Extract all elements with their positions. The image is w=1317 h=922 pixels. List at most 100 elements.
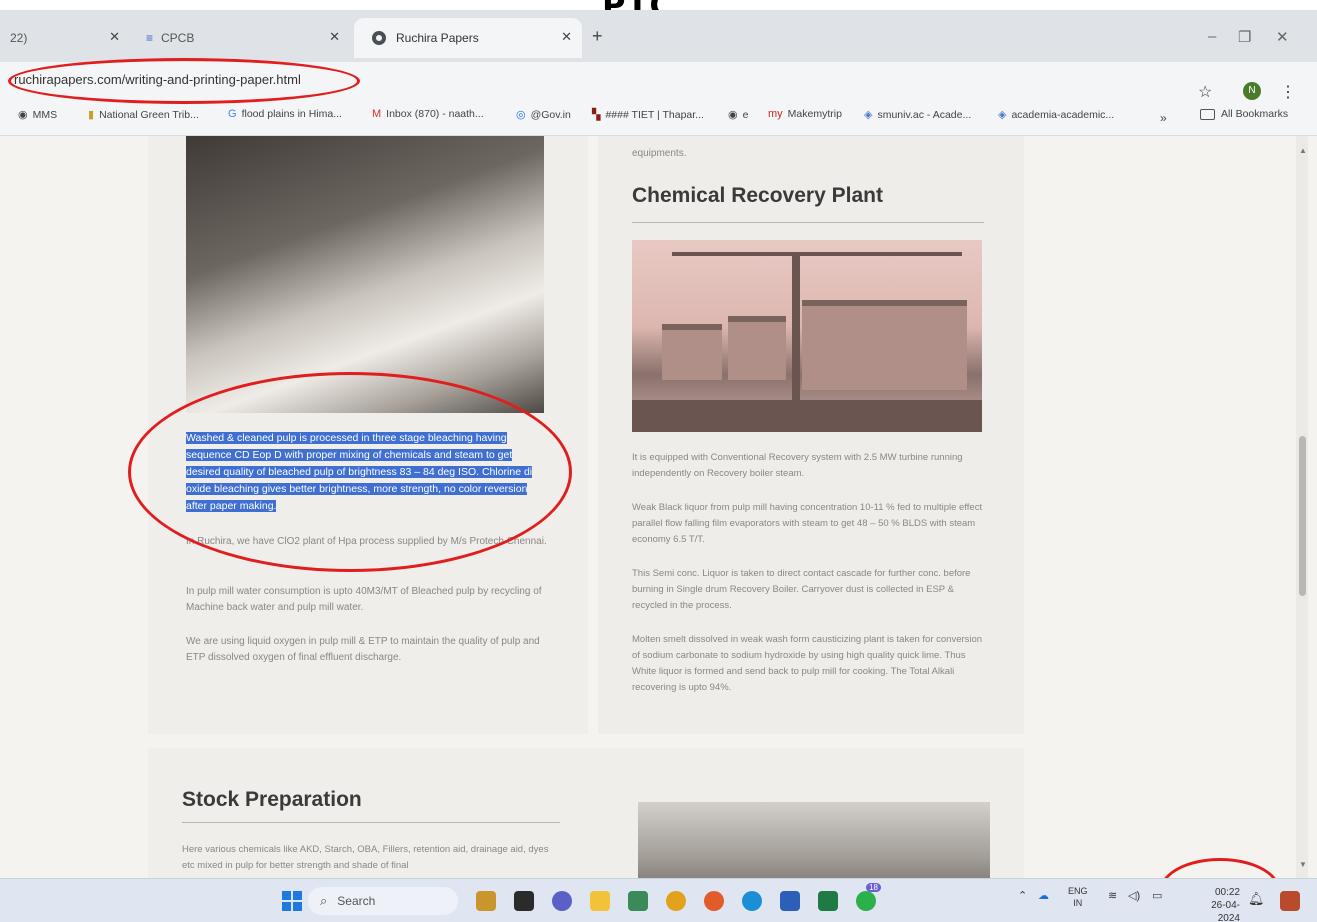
globe-icon [372, 31, 386, 45]
page-scrollbar[interactable]: ▲ ▼ [1296, 136, 1308, 878]
recovery-plant-photo [632, 240, 982, 432]
taskbar: ⌕ Search 18 ⌃ ☁ ENG IN ≋ ◁) ▭ 00:22 26-04… [0, 878, 1317, 922]
close-icon[interactable]: ✕ [329, 29, 340, 45]
explorer-app-icon[interactable] [476, 891, 496, 911]
close-icon[interactable]: ✕ [561, 29, 572, 45]
paragraph-fragment: equipments. [632, 148, 687, 159]
caption-text: PIC [602, 0, 679, 10]
clock-date: 26-04-2024 [1211, 900, 1240, 922]
search-placeholder: Search [337, 894, 376, 908]
minimize-icon[interactable]: – [1208, 28, 1216, 45]
globe-icon: ◉ [728, 109, 738, 121]
diamond-icon: ◈ [998, 109, 1007, 121]
volume-icon[interactable]: ◁) [1128, 889, 1140, 902]
wifi-icon[interactable]: ≋ [1108, 889, 1117, 902]
chrome-app-icon[interactable] [666, 891, 686, 911]
widgets-app-icon[interactable] [514, 891, 534, 911]
paragraph-molten-smelt: Molten smelt dissolved in weak wash form… [632, 634, 983, 693]
bookmark-tiet[interactable]: ▚ #### TIET | Thapar... [592, 108, 704, 122]
bookmark-label: flood plains in Hima... [241, 108, 342, 120]
bookmark-academia[interactable]: ◈ academia-academic... [998, 108, 1114, 122]
new-tab-button[interactable]: + [592, 26, 603, 47]
excel-app-icon[interactable] [818, 891, 838, 911]
pulp-photo [186, 136, 544, 413]
address-bar[interactable]: ruchirapapers.com/writing-and-printing-p… [14, 72, 301, 87]
bookmark-inbox[interactable]: M Inbox (870) - naath... [372, 108, 484, 120]
paragraph-water: In pulp mill water consumption is upto 4… [186, 586, 542, 613]
paragraph-oxygen: We are using liquid oxygen in pulp mill … [186, 636, 540, 663]
scroll-up-icon[interactable]: ▲ [1299, 146, 1307, 155]
bleaching-section: Washed & cleaned pulp is processed in th… [148, 136, 588, 734]
corner-app-icon[interactable] [1280, 891, 1300, 911]
notification-badge: 18 [866, 883, 881, 892]
taskbar-search[interactable]: ⌕ Search [308, 887, 458, 915]
profile-avatar[interactable]: N [1243, 82, 1261, 100]
calculator-app-icon[interactable] [628, 891, 648, 911]
tiet-icon: ▚ [592, 109, 601, 121]
chat-app-icon[interactable] [552, 891, 572, 911]
taskbar-clock[interactable]: 00:22 26-04-2024 [1192, 886, 1240, 922]
tank-shape [802, 300, 967, 390]
tab-1[interactable]: 22) ✕ [0, 18, 130, 58]
bookmark-label: smuniv.ac - Acade... [877, 108, 972, 121]
paragraph-recovery-system: It is equipped with Conventional Recover… [632, 452, 963, 479]
tray-chevron-icon[interactable]: ⌃ [1018, 889, 1027, 902]
selected-paragraph[interactable]: Washed & cleaned pulp is processed in th… [186, 430, 548, 515]
firefox-app-icon[interactable] [704, 891, 724, 911]
paragraph-semi-conc: This Semi conc. Liquor is taken to direc… [632, 568, 971, 611]
google-icon: G [228, 108, 237, 120]
section-title: Chemical Recovery Plant [632, 184, 883, 207]
bookmark-smuniv[interactable]: ◈ smuniv.ac - Acade... [864, 108, 972, 122]
address-bar-row: ruchirapapers.com/writing-and-printing-p… [0, 62, 1317, 102]
bookmark-ngt[interactable]: ▮ National Green Trib... [88, 108, 199, 122]
edge-app-icon[interactable] [742, 891, 762, 911]
clock-time: 00:22 [1214, 887, 1240, 898]
menu-icon[interactable]: ⋮ [1280, 82, 1296, 102]
bookmark-icon: ▮ [88, 109, 95, 121]
selected-text: Washed & cleaned pulp is processed in th… [186, 432, 533, 512]
notification-bell-icon[interactable]: 🔔︎ [1248, 891, 1265, 907]
pipe-shape [672, 252, 962, 256]
title-divider [182, 822, 560, 823]
windows-start-icon[interactable] [282, 891, 302, 911]
tab-label: CPCB [161, 31, 195, 45]
paragraph-clo2: In Ruchira, we have ClO2 plant of Hpa pr… [186, 536, 547, 547]
paragraph-stock: Here various chemicals like AKD, Starch,… [182, 844, 549, 871]
window-close-icon[interactable]: ✕ [1276, 28, 1289, 46]
battery-icon[interactable]: ▭ [1152, 889, 1162, 902]
close-icon[interactable]: ✕ [109, 29, 120, 45]
diamond-icon: ◈ [864, 109, 873, 121]
folder-icon [1200, 108, 1215, 120]
scroll-down-icon[interactable]: ▼ [1299, 860, 1307, 869]
onedrive-icon[interactable]: ☁ [1038, 889, 1049, 902]
bookmark-e[interactable]: ◉ e [728, 108, 748, 122]
region-code: IN [1073, 898, 1083, 908]
gmail-icon: M [372, 108, 382, 120]
bookmark-label: @Gov.in [530, 108, 571, 121]
stock-preparation-section: Stock Preparation Here various chemicals… [148, 748, 1024, 878]
language-indicator[interactable]: ENG IN [1068, 885, 1088, 909]
star-icon[interactable]: ☆ [1198, 82, 1212, 102]
bookmark-makemytrip[interactable]: my Makemytrip [768, 108, 842, 120]
tank-shape [662, 324, 722, 380]
tab-cpcb[interactable]: ≡ CPCB ✕ [130, 18, 350, 58]
whatsapp-app-icon[interactable]: 18 [856, 883, 881, 911]
word-app-icon[interactable] [780, 891, 800, 911]
folder-app-icon[interactable] [590, 891, 610, 911]
tab-label: Ruchira Papers [396, 31, 479, 45]
bookmark-flood[interactable]: Gflood plains in Hima... [228, 108, 342, 120]
gov-icon: ◎ [516, 109, 526, 121]
tab-label: 22) [10, 31, 28, 45]
maximize-icon[interactable]: ❐ [1238, 28, 1251, 46]
bookmarks-overflow-button[interactable]: » [1160, 111, 1167, 125]
language-code: ENG [1068, 886, 1088, 896]
bookmark-label: Inbox (870) - naath... [386, 108, 484, 120]
chemical-recovery-section: equipments. Chemical Recovery Plant It i… [598, 136, 1024, 734]
bookmark-gov[interactable]: ◎ @Gov.in [516, 108, 571, 122]
cpcb-icon: ≡ [146, 31, 154, 45]
bookmark-mms[interactable]: ◉ MMS [18, 108, 57, 122]
scrollbar-thumb[interactable] [1299, 436, 1306, 596]
all-bookmarks-button[interactable]: All Bookmarks [1200, 108, 1288, 120]
tab-ruchira-papers[interactable]: Ruchira Papers ✕ [354, 18, 582, 58]
tab-strip: 22) ✕ ≡ CPCB ✕ Ruchira Papers ✕ + – ❐ ✕ [0, 10, 1317, 62]
